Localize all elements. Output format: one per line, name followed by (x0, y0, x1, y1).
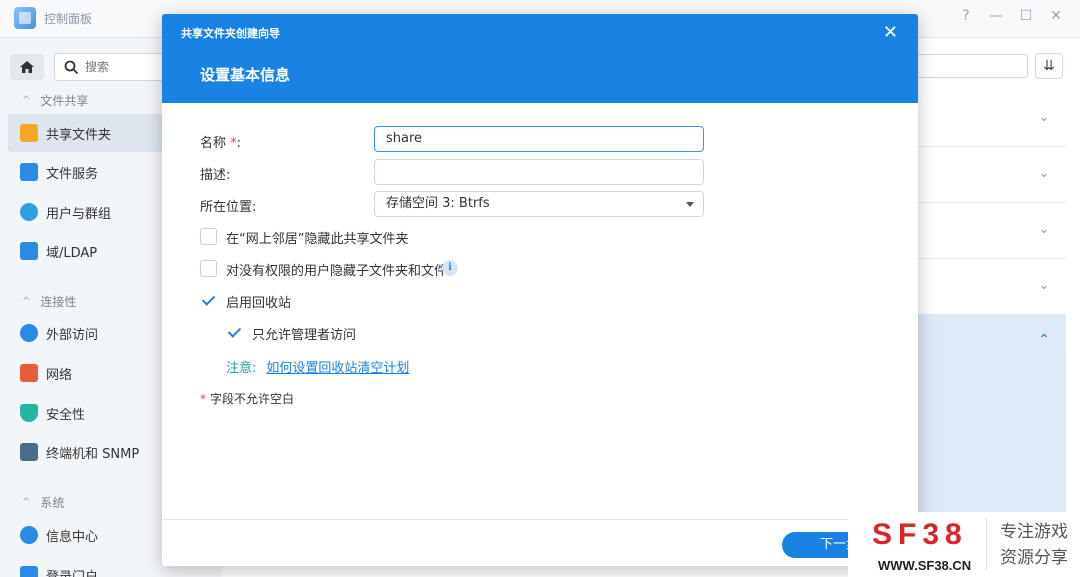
sidebar-item-network[interactable]: 网络 (8, 354, 162, 392)
sort-icon: ⇊ (1043, 58, 1055, 74)
hide-subfolders-label: 对没有权限的用户隐藏子文件夹和文件 (226, 264, 448, 279)
external-access-icon (20, 324, 38, 342)
list-item[interactable]: ⌄ (916, 203, 1066, 259)
minimize-icon[interactable]: — (986, 8, 1006, 24)
sidebar-item-label: 安全性 (46, 407, 86, 423)
wizard-title: 共享文件夹创建向导 (181, 27, 280, 40)
sidebar-item-label: 外部访问 (46, 327, 99, 343)
sidebar-item-file-services[interactable]: 文件服务 (8, 153, 162, 191)
collapse-caret-icon: ^ (22, 95, 31, 106)
admin-only-label: 只允许管理者访问 (252, 328, 357, 343)
home-icon (20, 61, 34, 73)
login-portal-icon (20, 566, 38, 577)
sidebar-item-info-center[interactable]: 信息中心 (8, 516, 162, 554)
create-shared-folder-wizard: 共享文件夹创建向导 ✕ 设置基本信息 名称 *: share 描述: 所在位置:… (162, 14, 918, 566)
description-field[interactable] (374, 159, 704, 185)
name-field[interactable]: share (374, 126, 704, 152)
location-label: 所在位置: (200, 200, 257, 215)
watermark-url: WWW.SF38.CN (878, 558, 972, 573)
group-label: 文件共享 (40, 94, 89, 108)
app-title: 控制面板 (44, 12, 93, 26)
slogan-line: 资源分享 (1000, 548, 1068, 568)
divider (986, 518, 987, 570)
enable-recycle-bin-checkbox[interactable] (200, 292, 217, 309)
info-icon[interactable]: i (442, 260, 458, 276)
wizard-header: 共享文件夹创建向导 ✕ 设置基本信息 (162, 14, 918, 103)
sidebar-item-ldap[interactable]: 域/LDAP (8, 232, 162, 270)
maximize-icon[interactable]: ☐ (1016, 8, 1036, 24)
list-item[interactable]: ⌄ (916, 147, 1066, 203)
list-item-expanded[interactable]: ⌃ (916, 314, 1066, 534)
wizard-footer: 下一步 (162, 519, 918, 566)
file-services-icon (20, 163, 38, 181)
sidebar-item-login-portal[interactable]: 登录门户 (8, 556, 162, 577)
sidebar-item-users[interactable]: 用户与群组 (8, 193, 162, 231)
home-button[interactable] (10, 54, 44, 80)
list-item[interactable]: ⌄ (916, 91, 1066, 147)
name-label: 名称 *: (200, 132, 241, 151)
group-file-sharing[interactable]: ^ 文件共享 (22, 92, 88, 109)
shared-folder-icon (20, 124, 38, 142)
group-label: 连接性 (40, 295, 77, 309)
filter-field[interactable] (916, 54, 1028, 78)
group-system[interactable]: ^ 系统 (22, 494, 64, 511)
watermark: SF38 WWW.SF38.CN 专注游戏 资源分享 (848, 512, 1080, 577)
list-item[interactable]: ⌄ (916, 259, 1066, 315)
hide-in-network-checkbox[interactable] (200, 228, 217, 245)
hide-in-network-label: 在“网上邻居”隐藏此共享文件夹 (226, 232, 409, 247)
chevron-up-icon: ⌃ (1038, 332, 1050, 348)
chevron-down-icon: ⌄ (1038, 221, 1050, 237)
close-icon[interactable]: ✕ (883, 22, 898, 43)
collapse-caret-icon: ^ (22, 296, 31, 307)
sidebar-item-label: 终端机和 SNMP (46, 446, 140, 462)
dropdown-arrow-icon (686, 202, 694, 207)
sidebar-item-shared-folder[interactable]: 共享文件夹 (8, 114, 162, 152)
users-icon (20, 203, 38, 221)
sidebar-item-label: 网络 (46, 367, 73, 383)
chevron-down-icon: ⌄ (1038, 277, 1050, 293)
sidebar-item-label: 信息中心 (46, 529, 99, 545)
control-panel-app-icon (14, 7, 36, 29)
required-note-text: 字段不允许空白 (210, 392, 295, 406)
enable-recycle-bin-label: 启用回收站 (226, 296, 292, 311)
terminal-icon (20, 443, 38, 461)
sidebar-item-label: 文件服务 (46, 166, 99, 182)
search-icon (64, 60, 79, 75)
chevron-down-icon: ⌄ (1038, 165, 1050, 181)
close-window-icon[interactable]: ✕ (1046, 8, 1066, 24)
chevron-down-icon: ⌄ (1038, 109, 1050, 125)
security-icon (20, 404, 38, 422)
sidebar-item-security[interactable]: 安全性 (8, 394, 162, 432)
admin-only-checkbox[interactable] (226, 324, 243, 341)
note-label: 注意: (226, 361, 257, 376)
group-label: 系统 (40, 496, 65, 510)
hide-subfolders-checkbox[interactable] (200, 260, 217, 277)
recycle-schedule-link[interactable]: 如何设置回收站清空计划 (266, 361, 409, 376)
sidebar-item-label: 域/LDAP (46, 245, 98, 261)
slogan-line: 专注游戏 (1000, 522, 1068, 542)
required-note: * 字段不允许空白 (200, 390, 294, 407)
sort-button[interactable]: ⇊ (1035, 53, 1063, 79)
step-title: 设置基本信息 (200, 66, 291, 84)
name-label-colon: : (236, 136, 242, 151)
group-connectivity[interactable]: ^ 连接性 (22, 293, 76, 310)
collapse-caret-icon: ^ (22, 497, 31, 508)
sidebar-item-label: 登录门户 (46, 569, 99, 577)
watermark-logo: SF38 (872, 518, 968, 551)
watermark-slogan: 专注游戏 资源分享 (1000, 519, 1076, 571)
location-select-value: 存储空间 3: Btrfs (386, 196, 490, 211)
ldap-icon (20, 242, 38, 260)
sidebar-item-label: 用户与群组 (46, 206, 112, 222)
name-label-text: 名称 (200, 136, 227, 151)
sidebar-item-external-access[interactable]: 外部访问 (8, 314, 162, 352)
sidebar-item-terminal-snmp[interactable]: 终端机和 SNMP (8, 433, 162, 471)
network-icon (20, 364, 38, 382)
sidebar-item-label: 共享文件夹 (46, 127, 112, 143)
location-select[interactable]: 存储空间 3: Btrfs (374, 191, 704, 217)
recycle-note: 注意: 如何设置回收站清空计划 (226, 357, 409, 376)
info-center-icon (20, 526, 38, 544)
required-mark: * (200, 392, 206, 406)
description-label: 描述: (200, 168, 231, 183)
help-icon[interactable]: ? (956, 8, 976, 24)
